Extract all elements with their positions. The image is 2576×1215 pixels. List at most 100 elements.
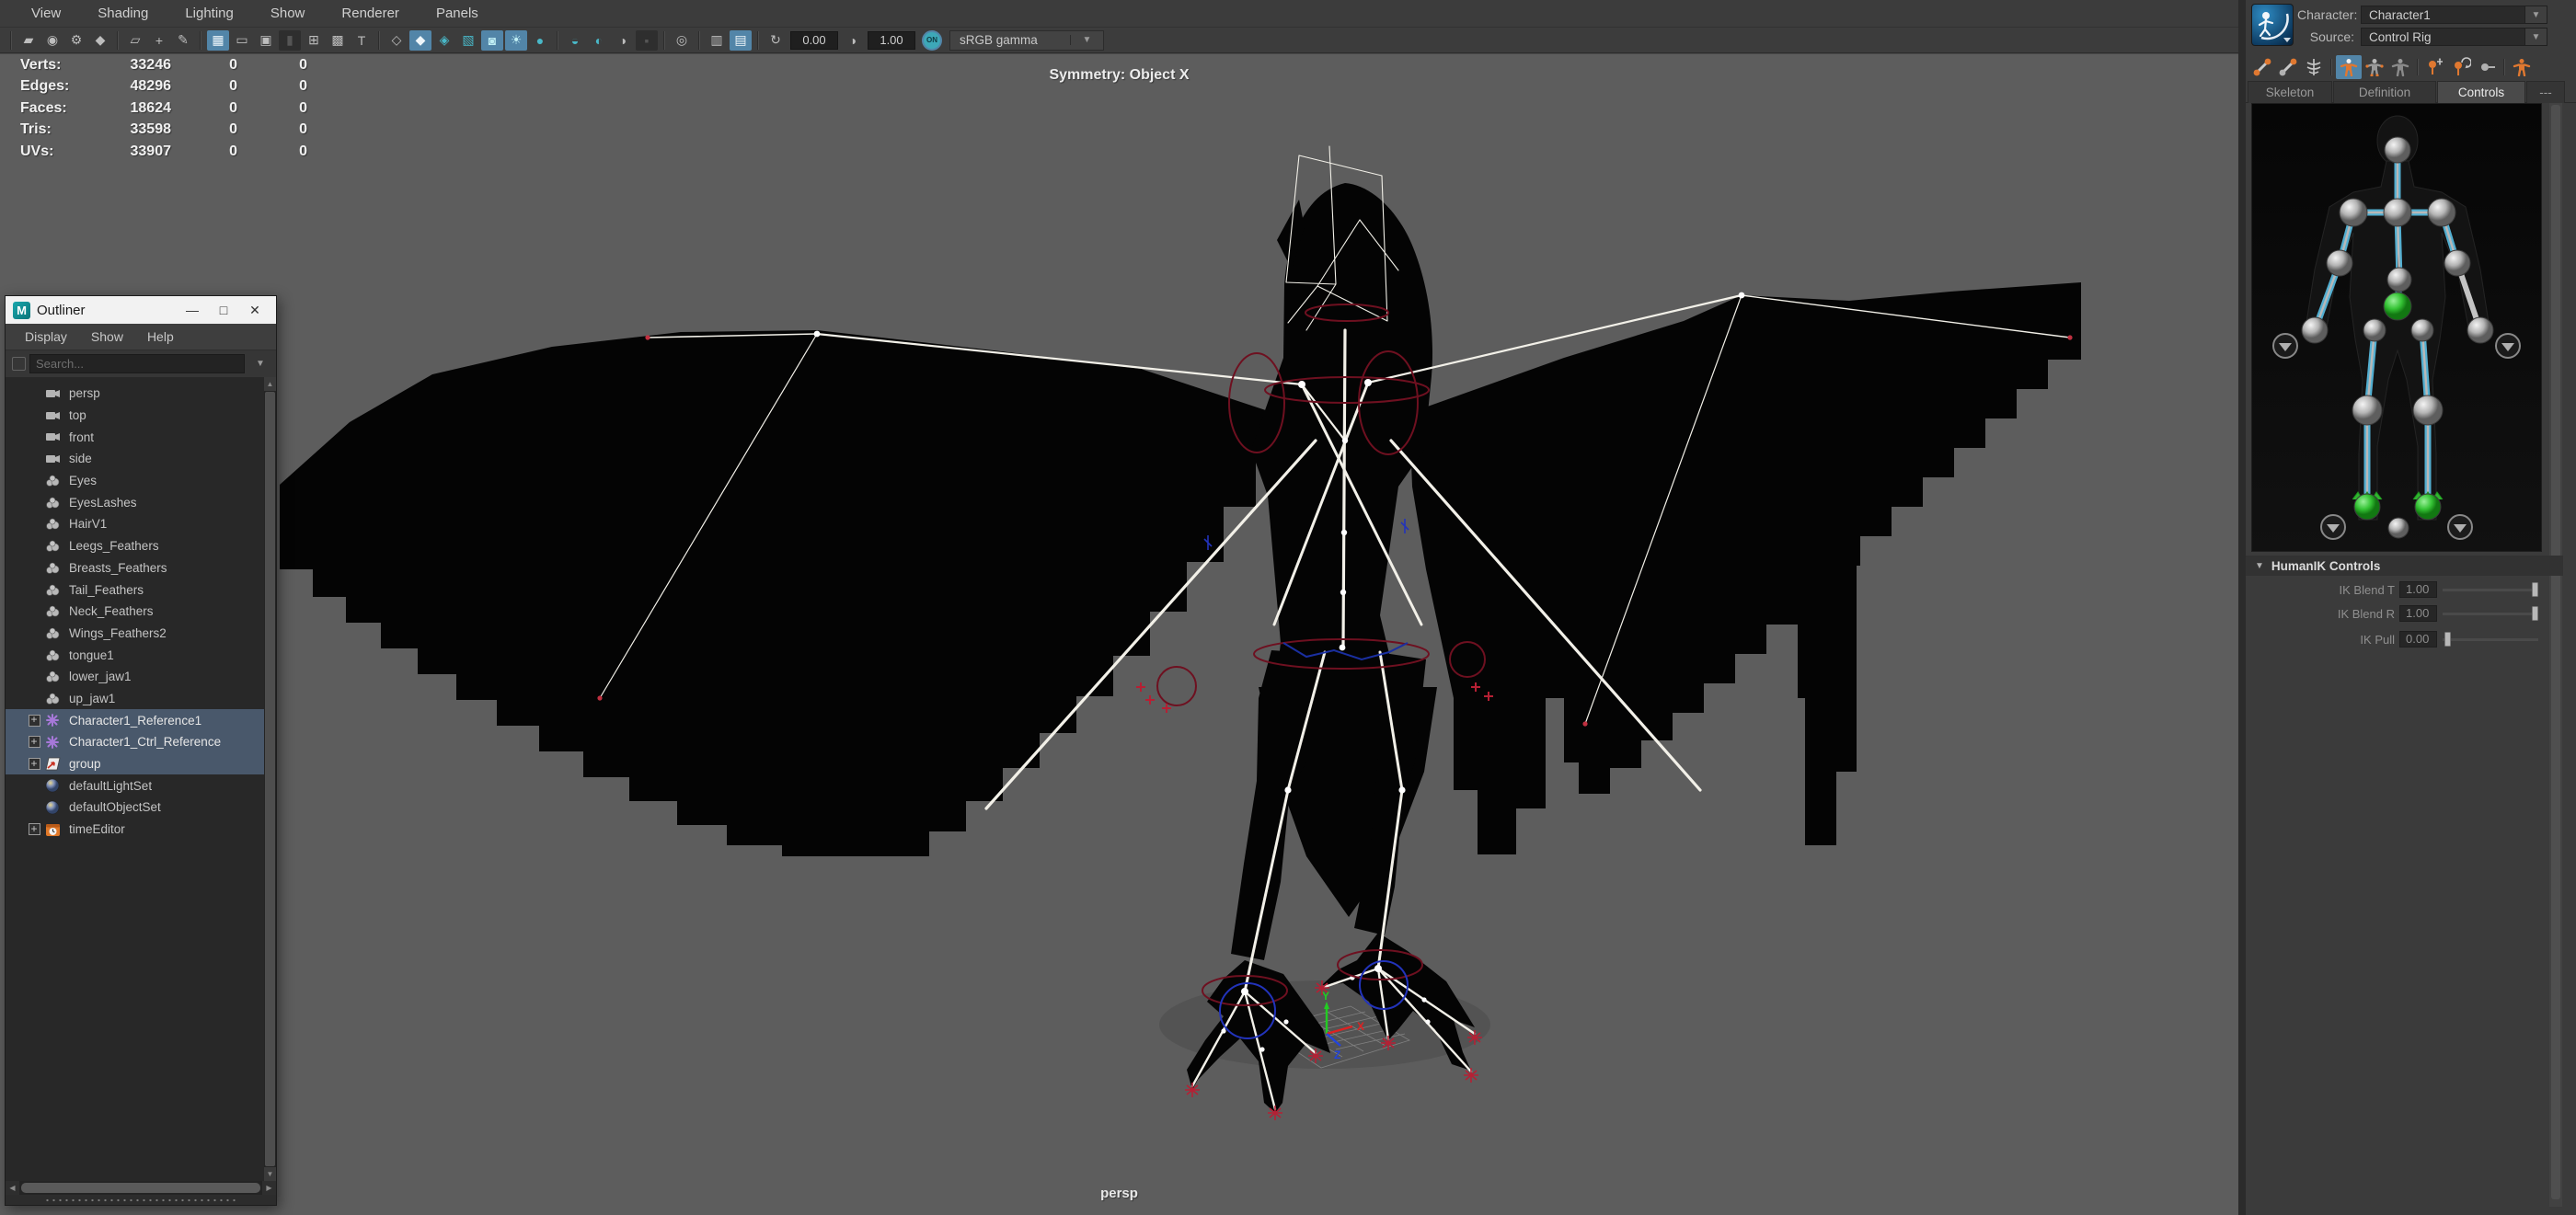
outliner-item[interactable]: EyesLashes xyxy=(6,491,276,513)
outliner-item[interactable]: side xyxy=(6,448,276,470)
grease-pencil-icon[interactable]: ✎ xyxy=(172,30,194,51)
tab-definition[interactable]: Definition xyxy=(2333,81,2436,103)
image-plane-icon[interactable]: ▱ xyxy=(124,30,146,51)
outliner-list[interactable]: persp top front side Eyes EyesLashes Hai… xyxy=(6,377,276,1181)
outliner-item[interactable]: Wings_Feathers2 xyxy=(6,623,276,645)
expand-icon[interactable] xyxy=(29,713,40,727)
scroll-up-icon[interactable]: ▲ xyxy=(264,377,276,391)
layers-icon[interactable]: ▥ xyxy=(706,30,728,51)
menu-view[interactable]: View xyxy=(15,0,77,28)
selection-filter-icon[interactable] xyxy=(12,357,26,371)
outliner-item[interactable]: HairV1 xyxy=(6,513,276,535)
expand-icon[interactable] xyxy=(29,757,40,771)
limb-expander-buttons[interactable] xyxy=(2272,333,2521,540)
ik-pull-slider[interactable] xyxy=(2443,631,2538,648)
minimize-button[interactable]: — xyxy=(177,298,208,322)
maximize-button[interactable]: □ xyxy=(208,298,239,322)
ik-blend-r-slider[interactable] xyxy=(2443,605,2538,622)
outliner-item[interactable]: Neck_Feathers xyxy=(6,601,276,623)
safe-title-icon[interactable]: T xyxy=(351,30,373,51)
contrast-icon[interactable]: ◑ xyxy=(842,30,864,51)
scroll-left-icon[interactable]: ◀ xyxy=(6,1181,19,1195)
shaded-display-icon[interactable]: ◆ xyxy=(409,29,431,51)
bookmark-icon[interactable]: ◆ xyxy=(89,30,111,51)
character-dropdown[interactable]: Character1 ▼ xyxy=(2361,6,2547,24)
ik-blend-t-slider[interactable] xyxy=(2443,581,2538,598)
ik-blend-t-field[interactable]: 1.00 xyxy=(2399,581,2437,598)
full-body-keying-icon[interactable] xyxy=(2509,55,2535,79)
outliner-titlebar[interactable]: M Outliner — □ ✕ xyxy=(6,296,276,324)
body-full-mode-icon[interactable] xyxy=(2336,55,2362,79)
outliner-item[interactable]: tongue1 xyxy=(6,644,276,666)
humanik-controls-header[interactable]: ▼ HumanIK Controls xyxy=(2246,556,2563,576)
selection-mode-icon[interactable] xyxy=(2387,55,2413,79)
motion-blur-icon[interactable]: ◐ xyxy=(588,30,610,51)
depth-of-field-icon[interactable]: ▪ xyxy=(636,29,658,51)
chevron-down-icon[interactable]: ▼ xyxy=(248,359,272,369)
character-panel-scrollbar[interactable] xyxy=(2549,103,2562,1207)
camera-attributes-icon[interactable]: ◉ xyxy=(41,30,63,51)
outliner-item[interactable]: timeEditor xyxy=(6,819,276,841)
color-management-toggle[interactable]: ON xyxy=(922,29,942,51)
outliner-menu-help[interactable]: Help xyxy=(135,329,186,344)
film-gate-icon[interactable]: ▭ xyxy=(231,30,253,51)
contrast-field[interactable]: 1.00 xyxy=(868,30,915,50)
body-part-mode-icon[interactable] xyxy=(2362,55,2387,79)
mirror-bone-icon[interactable] xyxy=(2275,55,2301,79)
outliner-menu-display[interactable]: Display xyxy=(13,329,79,344)
ik-blend-r-field[interactable]: 1.00 xyxy=(2399,605,2437,622)
source-dropdown[interactable]: Control Rig ▼ xyxy=(2361,28,2547,46)
menu-panels[interactable]: Panels xyxy=(420,0,495,28)
textured-display-icon[interactable]: ▧ xyxy=(457,30,479,51)
tab-controls[interactable]: Controls xyxy=(2437,81,2525,103)
exposure-icon[interactable]: ↻ xyxy=(765,30,787,51)
wireframe-display-icon[interactable]: ◇ xyxy=(385,30,408,51)
camera-settings-icon[interactable]: ⚙ xyxy=(65,30,87,51)
outliner-item[interactable]: lower_jaw1 xyxy=(6,666,276,688)
outliner-resize-grip[interactable] xyxy=(6,1195,276,1205)
skeleton-icon[interactable] xyxy=(2301,55,2327,79)
isolate-select-icon[interactable]: ◎ xyxy=(671,30,693,51)
bird-character-silhouette[interactable] xyxy=(280,183,2081,1113)
close-button[interactable]: ✕ xyxy=(239,298,270,322)
shadows-icon[interactable]: ● xyxy=(529,30,551,51)
all-lights-icon[interactable]: ☀ xyxy=(505,29,527,51)
menu-shading[interactable]: Shading xyxy=(81,0,165,28)
outliner-item[interactable]: front xyxy=(6,426,276,448)
pin-rotate-icon[interactable] xyxy=(2448,55,2474,79)
outliner-item[interactable]: Breasts_Feathers xyxy=(6,557,276,579)
default-material-icon[interactable]: ◙ xyxy=(481,29,503,51)
pan-zoom-icon[interactable]: + xyxy=(148,30,170,51)
collapse-triangle-icon[interactable]: ▼ xyxy=(2246,561,2271,571)
character-map[interactable] xyxy=(2251,103,2542,552)
outliner-item[interactable]: persp xyxy=(6,383,276,405)
gamma-dropdown[interactable]: sRGB gamma ▼ xyxy=(949,29,1104,51)
scrollbar-thumb[interactable] xyxy=(265,392,275,1166)
resolution-gate-icon[interactable]: ▣ xyxy=(255,30,277,51)
outliner-item[interactable]: up_jaw1 xyxy=(6,688,276,710)
expand-icon[interactable] xyxy=(29,735,40,749)
exposure-field[interactable]: 0.00 xyxy=(790,30,838,50)
outliner-item[interactable]: Eyes xyxy=(6,470,276,492)
menu-lighting[interactable]: Lighting xyxy=(168,0,250,28)
safe-action-icon[interactable]: ▩ xyxy=(327,30,349,51)
field-chart-icon[interactable]: ⊞ xyxy=(303,30,325,51)
pin-translate-icon[interactable] xyxy=(2422,55,2448,79)
scroll-down-icon[interactable]: ▼ xyxy=(264,1167,276,1181)
perspective-viewport[interactable]: X Y Z Verts: 33246 0 0 Edges: 48296 0 0 … xyxy=(0,53,2238,1215)
humanik-logo-icon[interactable] xyxy=(2251,4,2294,46)
viewport-scene[interactable]: X Y Z xyxy=(0,54,2238,1215)
pin-both-icon[interactable] xyxy=(2474,55,2500,79)
tab-skeleton[interactable]: Skeleton xyxy=(2248,81,2332,103)
ik-pull-field[interactable]: 0.00 xyxy=(2399,631,2437,648)
outliner-item[interactable]: Leegs_Feathers xyxy=(6,535,276,557)
menu-show[interactable]: Show xyxy=(254,0,322,28)
outliner-search-input[interactable] xyxy=(29,354,245,373)
select-camera-icon[interactable]: ▰ xyxy=(17,30,40,51)
outliner-item[interactable]: Character1_Reference1 xyxy=(6,709,276,731)
outliner-item[interactable]: defaultLightSet xyxy=(6,774,276,797)
outliner-item[interactable]: defaultObjectSet xyxy=(6,797,276,819)
outliner-menu-show[interactable]: Show xyxy=(79,329,135,344)
wireframe-on-shaded-icon[interactable]: ◈ xyxy=(433,30,455,51)
tab-more[interactable]: --- xyxy=(2526,81,2565,103)
